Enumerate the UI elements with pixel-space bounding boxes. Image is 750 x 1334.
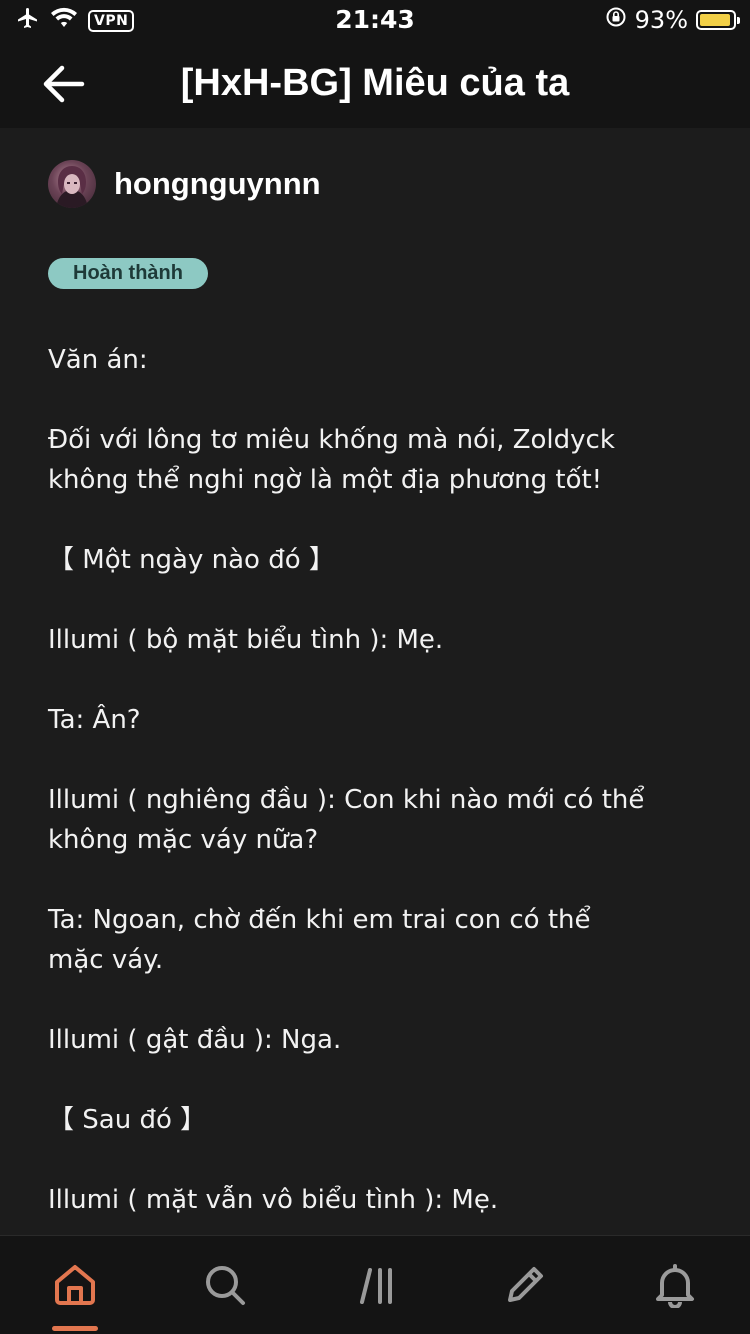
nav-home[interactable] [48, 1260, 102, 1314]
nav-library[interactable] [350, 1260, 404, 1314]
battery-icon [696, 10, 740, 30]
library-icon [354, 1262, 400, 1312]
orientation-lock-icon [605, 6, 627, 34]
story-paragraph: Ta: Ân? [48, 705, 141, 735]
story-paragraph: Illumi ( nghiêng đầu ): Con khi nào mới … [48, 785, 645, 855]
status-right: 93% [605, 6, 740, 34]
write-icon [502, 1262, 548, 1312]
nav-write[interactable] [498, 1260, 552, 1314]
story-paragraph: 【 Một ngày nào đó 】 [48, 545, 335, 575]
story-body: Văn án: Đối với lông tơ miêu khống mà nói… [48, 340, 688, 1235]
notifications-icon [652, 1262, 698, 1312]
story-paragraph: Ta: Ngoan, chờ đến khi em trai con có th… [48, 905, 591, 975]
active-tab-indicator [52, 1326, 98, 1331]
nav-search[interactable] [198, 1260, 252, 1314]
header: [HxH-BG] Miêu của ta [0, 40, 750, 128]
search-icon [202, 1262, 248, 1312]
story-content[interactable]: hongnguynnn Hoàn thành Văn án: Đối với lô… [0, 128, 750, 1235]
story-paragraph: Đối với lông tơ miêu khống mà nói, Zoldy… [48, 425, 615, 495]
story-paragraph: Illumi ( bộ mặt biểu tình ): Mẹ. [48, 625, 444, 655]
story-paragraph: Illumi ( mặt vẫn vô biểu tình ): Mẹ. [48, 1185, 499, 1215]
story-paragraph: Văn án: [48, 345, 148, 375]
nav-notifications[interactable] [648, 1260, 702, 1314]
battery-level [700, 14, 730, 26]
home-icon [52, 1262, 98, 1312]
status-bar: VPN 21:43 93% [0, 0, 750, 40]
bottom-nav [0, 1235, 750, 1334]
story-paragraph: Illumi ( gật đầu ): Nga. [48, 1025, 342, 1055]
author-name[interactable]: hongnguynnn [114, 166, 321, 202]
page-title: [HxH-BG] Miêu của ta [180, 62, 570, 104]
avatar[interactable] [48, 160, 96, 208]
status-badge: Hoàn thành [48, 258, 208, 289]
author-row[interactable]: hongnguynnn [48, 160, 321, 208]
story-paragraph: 【 Sau đó 】 [48, 1105, 207, 1135]
battery-percent: 93% [634, 6, 688, 34]
